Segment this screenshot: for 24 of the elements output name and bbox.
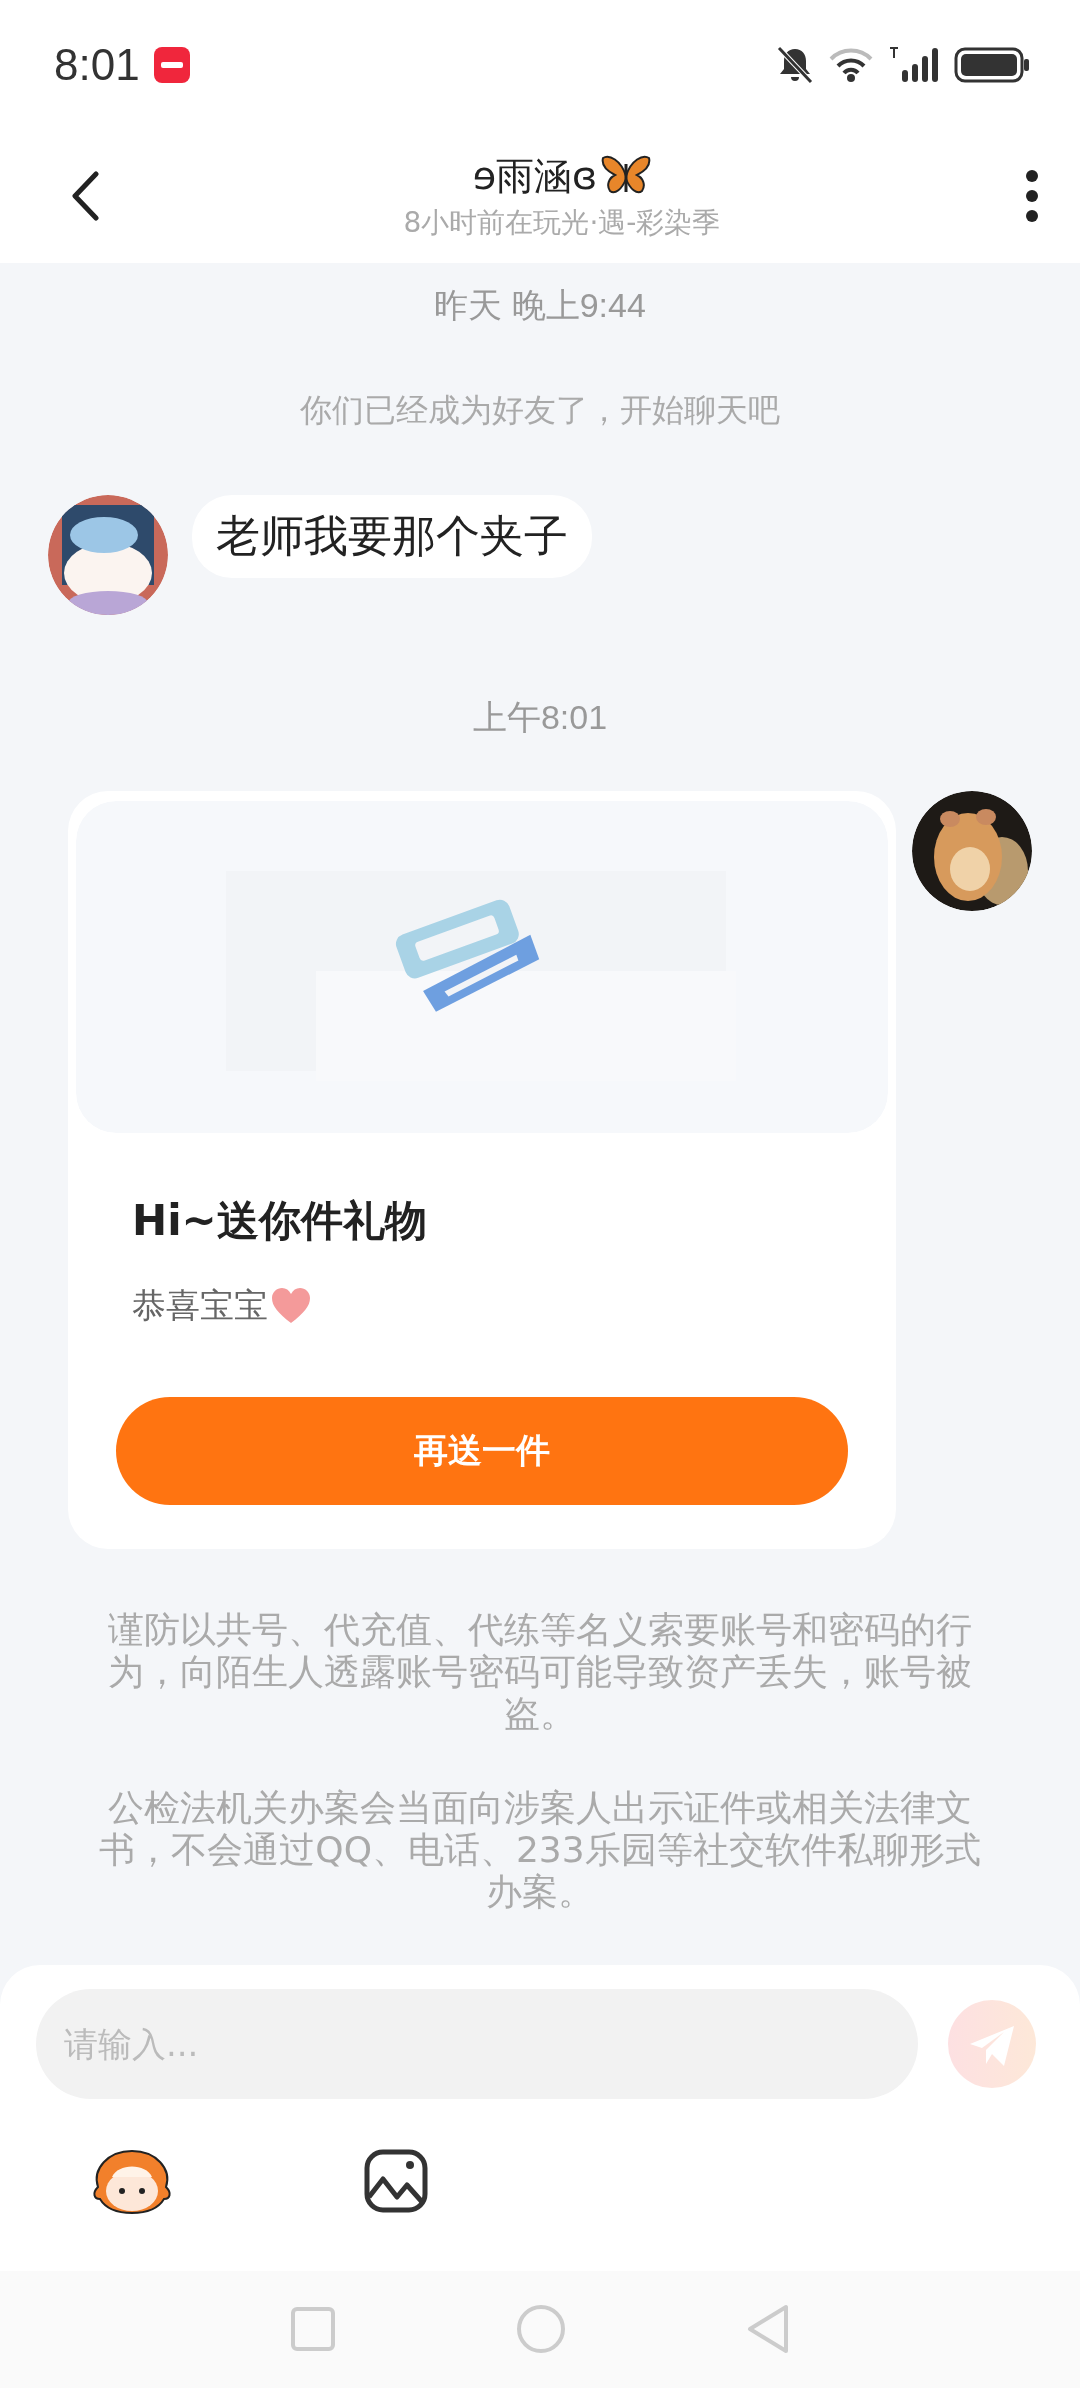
gift-note: 恭喜宝宝 xyxy=(132,1284,268,1327)
signal-icon xyxy=(888,45,940,84)
contact-name: ɘ雨涵ɞ xyxy=(472,152,598,200)
safety-notice: 谨防以共号、代充值、代练等名义索要账号和密码的行为，向陌生人透露账号密码可能导致资产丢失，账号被盗。 xyxy=(107,1609,973,1735)
send-again-button[interactable]: 再送一件 xyxy=(116,1397,848,1505)
more-icon[interactable] xyxy=(1024,168,1040,224)
wifi-icon xyxy=(828,46,874,83)
safety-notice: 公检法机关办案会当面向涉案人出示证件或相关法律文书，不会通过QQ、电话、233乐园等社交软件私聊形式办案。 xyxy=(98,1787,982,1913)
heart-icon xyxy=(270,1287,312,1325)
clock: 8:01 xyxy=(54,39,140,90)
avatar[interactable] xyxy=(912,791,1032,911)
image-icon[interactable] xyxy=(364,2149,428,2213)
avatar[interactable] xyxy=(48,495,168,615)
message-bubble: 老师我要那个夹子 xyxy=(192,495,592,578)
timestamp: 昨天 晚上9:44 xyxy=(434,285,646,326)
back-icon[interactable] xyxy=(70,171,100,221)
bell-muted-icon xyxy=(776,44,814,85)
emoji-face-icon[interactable] xyxy=(90,2147,174,2215)
battery-icon xyxy=(954,46,1030,83)
system-message: 你们已经成为好友了，开始聊天吧 xyxy=(300,390,780,431)
contact-status: 8小时前在玩光·遇-彩染季 xyxy=(403,204,721,241)
timestamp: 上午8:01 xyxy=(472,697,608,738)
app-notification-icon xyxy=(153,46,190,83)
gift-title: Hi~送你件礼物 xyxy=(132,1195,428,1247)
